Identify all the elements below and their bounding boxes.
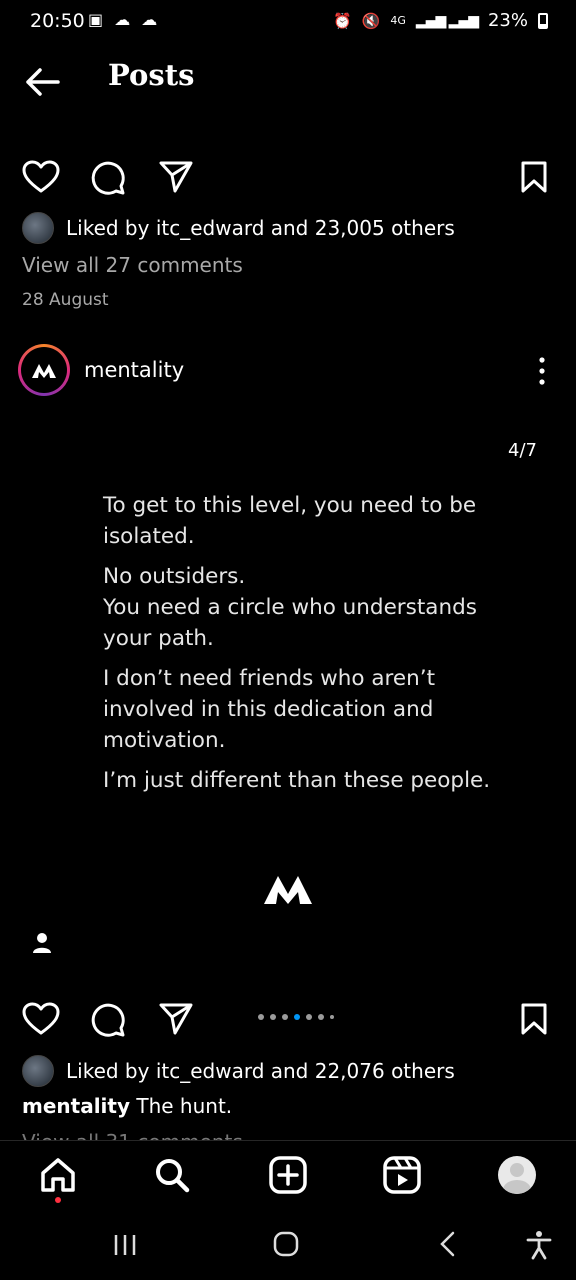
post-date: 28 August bbox=[22, 290, 109, 310]
system-nav-bar bbox=[0, 1212, 576, 1280]
comment-icon[interactable] bbox=[90, 160, 126, 196]
liked-by-current[interactable]: Liked by itc_edward and 22,076 others bbox=[22, 1055, 455, 1087]
more-options-icon[interactable] bbox=[536, 356, 548, 386]
post-actions-current bbox=[22, 1000, 552, 1040]
slide-counter: 4/7 bbox=[508, 440, 537, 461]
liked-by-previous[interactable]: Liked by itc_edward and 23,005 others bbox=[22, 212, 455, 244]
post-image-text: To get to this level, you need to be iso… bbox=[103, 490, 503, 805]
battery-percent: 23% bbox=[487, 10, 528, 31]
carousel-dot bbox=[282, 1014, 288, 1020]
carousel-dot bbox=[318, 1014, 324, 1020]
bottom-tab-bar bbox=[0, 1140, 576, 1213]
home-button-icon[interactable] bbox=[272, 1230, 300, 1258]
carousel-dot bbox=[330, 1015, 334, 1019]
battery-icon bbox=[538, 12, 548, 29]
text-paragraph-2: No outsiders. You need a circle who unde… bbox=[103, 564, 477, 651]
caption-username[interactable]: mentality bbox=[22, 1094, 130, 1118]
mute-icon: 🔇 bbox=[361, 11, 381, 30]
text-paragraph-4: I’m just different than these people. bbox=[103, 768, 491, 793]
heart-icon[interactable] bbox=[22, 1002, 60, 1036]
post-actions-previous bbox=[22, 158, 552, 198]
bookmark-icon[interactable] bbox=[520, 160, 548, 194]
search-icon[interactable] bbox=[152, 1155, 192, 1195]
signal-icon: ▂▄▆ ▂▄▆ bbox=[415, 12, 479, 29]
carousel-indicator bbox=[258, 1014, 334, 1020]
view-comments-link[interactable]: View all 27 comments bbox=[22, 253, 243, 277]
brand-logo-icon bbox=[32, 364, 56, 378]
notification-icons: ▣ ☁ ☁ bbox=[88, 10, 161, 29]
poster-username[interactable]: mentality bbox=[84, 358, 184, 382]
back-button[interactable] bbox=[22, 64, 62, 100]
tagged-user-icon[interactable] bbox=[32, 932, 52, 954]
home-icon[interactable] bbox=[38, 1155, 78, 1195]
post-caption: mentality The hunt. bbox=[22, 1094, 232, 1118]
alarm-icon: ⏰ bbox=[333, 11, 352, 30]
network-label: 4G bbox=[390, 14, 406, 27]
profile-avatar bbox=[498, 1156, 536, 1194]
status-time: 20:50 bbox=[30, 10, 85, 32]
recent-apps-icon[interactable] bbox=[112, 1232, 138, 1258]
liker-avatar bbox=[22, 1055, 54, 1087]
carousel-dot bbox=[258, 1014, 264, 1020]
page-title: Posts bbox=[108, 58, 195, 92]
bookmark-icon[interactable] bbox=[520, 1002, 548, 1036]
poster-avatar[interactable] bbox=[18, 344, 70, 396]
status-bar: 20:50 ▣ ☁ ☁ ⏰ 🔇 4G ▂▄▆ ▂▄▆ 23% bbox=[0, 0, 576, 44]
comment-icon[interactable] bbox=[90, 1002, 126, 1038]
back-arrow-icon bbox=[26, 68, 60, 96]
brand-watermark-icon bbox=[264, 876, 312, 904]
profile-tab[interactable] bbox=[498, 1156, 536, 1194]
heart-icon[interactable] bbox=[22, 160, 60, 194]
paper-plane-icon[interactable] bbox=[158, 160, 194, 194]
carousel-dot bbox=[306, 1014, 312, 1020]
reels-icon[interactable] bbox=[382, 1155, 422, 1195]
caption-text: The hunt. bbox=[136, 1094, 233, 1118]
add-post-icon[interactable] bbox=[268, 1155, 308, 1195]
view-comments-link-partial[interactable]: View all 31 comments bbox=[22, 1130, 243, 1140]
paper-plane-icon[interactable] bbox=[158, 1002, 194, 1036]
status-right: ⏰ 🔇 4G ▂▄▆ ▂▄▆ 23% bbox=[333, 10, 548, 31]
text-paragraph-1: To get to this level, you need to be iso… bbox=[103, 493, 477, 549]
liked-by-text: Liked by itc_edward and 23,005 others bbox=[66, 216, 455, 240]
carousel-dot-active bbox=[294, 1014, 300, 1020]
accessibility-icon[interactable] bbox=[526, 1230, 552, 1260]
carousel-dot bbox=[270, 1014, 276, 1020]
notification-dot bbox=[55, 1197, 61, 1203]
back-nav-icon[interactable] bbox=[436, 1230, 460, 1258]
text-paragraph-3: I don’t need friends who aren’t involved… bbox=[103, 666, 436, 753]
liked-by-text: Liked by itc_edward and 22,076 others bbox=[66, 1059, 455, 1083]
liker-avatar bbox=[22, 212, 54, 244]
